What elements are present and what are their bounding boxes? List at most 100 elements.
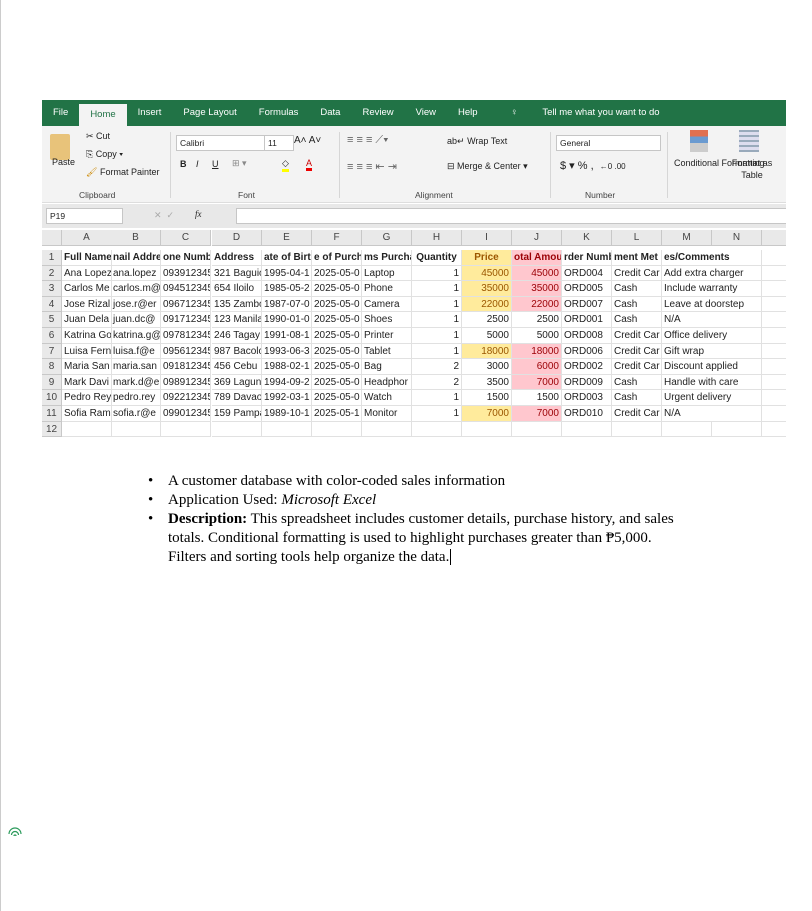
number-format-buttons[interactable]: $ ▾ % , ←0 .00 xyxy=(560,159,626,172)
data-cell[interactable]: Ana Lopez xyxy=(62,265,112,282)
data-cell[interactable] xyxy=(762,312,786,328)
data-cell[interactable]: pedro.rey xyxy=(111,390,161,406)
column-header-K[interactable]: K xyxy=(562,230,612,246)
data-cell[interactable]: katrina.g@ xyxy=(111,328,161,344)
data-cell[interactable]: 45000 xyxy=(462,265,512,282)
column-header-J[interactable]: J xyxy=(512,230,562,246)
data-cell[interactable]: ORD006 xyxy=(562,343,612,360)
tell-me-search[interactable]: ♀ Tell me what you want to do xyxy=(489,100,682,126)
data-cell[interactable]: Credit Car xyxy=(612,343,662,360)
formula-input[interactable] xyxy=(236,208,786,224)
data-cell[interactable]: Handle with care xyxy=(662,374,762,391)
data-cell[interactable]: 7000 xyxy=(512,374,562,391)
data-cell[interactable]: N/A xyxy=(662,406,762,422)
data-cell[interactable]: Carlos Me xyxy=(62,281,112,297)
data-cell[interactable] xyxy=(762,281,786,297)
data-cell[interactable]: 2025-05-0 xyxy=(312,359,362,375)
data-cell[interactable]: ORD004 xyxy=(562,265,612,282)
column-header-N[interactable]: N xyxy=(712,230,762,246)
row-header[interactable]: 1 xyxy=(42,250,62,266)
data-cell[interactable]: Credit Car xyxy=(612,406,662,422)
tab-file[interactable]: File xyxy=(42,100,79,126)
tab-formulas[interactable]: Formulas xyxy=(248,100,310,126)
header-cell[interactable]: nail Addre xyxy=(111,250,161,266)
data-cell[interactable]: Include warranty xyxy=(662,281,762,297)
data-cell[interactable]: Cash xyxy=(612,296,662,313)
data-cell[interactable]: 1995-04-1 xyxy=(262,265,312,282)
data-cell[interactable]: Cash xyxy=(612,281,662,297)
data-cell[interactable]: 5000 xyxy=(462,328,512,344)
data-cell[interactable]: 654 Iloilo xyxy=(212,281,262,297)
data-cell[interactable]: N/A xyxy=(662,312,762,328)
data-cell[interactable]: Watch xyxy=(362,390,412,406)
data-cell[interactable]: Maria San xyxy=(62,359,112,375)
data-cell[interactable]: 1500 xyxy=(462,390,512,406)
header-cell[interactable]: Price xyxy=(462,250,512,266)
data-cell[interactable]: 091812345 xyxy=(161,359,211,375)
header-cell[interactable]: Full Name xyxy=(62,250,112,266)
copy-button[interactable]: ⎘ Copy ▾ xyxy=(86,149,123,160)
header-cell[interactable]: ms Purcha xyxy=(362,250,412,266)
data-cell[interactable] xyxy=(762,359,786,375)
column-header-B[interactable]: B xyxy=(111,230,161,246)
data-cell[interactable]: ORD002 xyxy=(562,359,612,375)
data-cell[interactable] xyxy=(562,421,612,437)
font-size-select[interactable]: 11 xyxy=(264,135,294,151)
number-format-select[interactable]: General xyxy=(556,135,661,151)
data-cell[interactable]: ORD007 xyxy=(562,296,612,313)
underline-button[interactable]: U xyxy=(212,159,219,169)
header-cell[interactable]: es/Comments xyxy=(662,250,762,266)
data-cell[interactable]: 2 xyxy=(412,374,462,391)
data-cell[interactable]: 1 xyxy=(412,328,462,344)
data-cell[interactable]: 5000 xyxy=(512,328,562,344)
data-cell[interactable]: Leave at doorstep xyxy=(662,296,762,313)
data-cell[interactable]: Gift wrap xyxy=(662,343,762,360)
tab-data[interactable]: Data xyxy=(309,100,351,126)
data-cell[interactable]: 2025-05-0 xyxy=(312,374,362,391)
italic-button[interactable]: I xyxy=(196,159,199,169)
data-cell[interactable]: 098912345 xyxy=(161,374,211,391)
data-cell[interactable] xyxy=(662,421,712,437)
header-cell[interactable]: Address xyxy=(212,250,262,266)
data-cell[interactable]: Discount applied xyxy=(662,359,762,375)
data-cell[interactable]: 45000 xyxy=(512,265,562,282)
data-cell[interactable]: sofia.r@e xyxy=(111,406,161,422)
data-cell[interactable]: 123 Manila xyxy=(212,312,262,328)
tab-help[interactable]: Help xyxy=(447,100,489,126)
column-header-A[interactable]: A xyxy=(62,230,112,246)
data-cell[interactable]: 1 xyxy=(412,406,462,422)
header-cell[interactable]: rder Numb xyxy=(562,250,612,266)
data-cell[interactable]: 2025-05-0 xyxy=(312,390,362,406)
column-header-G[interactable]: G xyxy=(362,230,412,246)
data-cell[interactable]: 2025-05-0 xyxy=(312,281,362,297)
tab-insert[interactable]: Insert xyxy=(127,100,173,126)
data-cell[interactable]: Luisa Fern xyxy=(62,343,112,360)
data-cell[interactable] xyxy=(412,421,462,437)
data-cell[interactable]: 18000 xyxy=(512,343,562,360)
data-cell[interactable]: Jose Rizal xyxy=(62,296,112,313)
column-header-M[interactable]: M xyxy=(662,230,712,246)
data-cell[interactable]: Pedro Rey xyxy=(62,390,112,406)
row-header[interactable]: 2 xyxy=(42,265,62,282)
data-cell[interactable]: Tablet xyxy=(362,343,412,360)
tab-view[interactable]: View xyxy=(405,100,447,126)
data-cell[interactable]: ORD010 xyxy=(562,406,612,422)
align-icons[interactable]: ≡ ≡ ≡ ⇤ ⇥ xyxy=(347,160,397,173)
column-header-O[interactable] xyxy=(762,230,786,246)
data-cell[interactable]: 091712345 xyxy=(161,312,211,328)
data-cell[interactable] xyxy=(312,421,362,437)
data-cell[interactable]: juan.dc@ xyxy=(111,312,161,328)
data-cell[interactable]: Headphor xyxy=(362,374,412,391)
column-header-C[interactable]: C xyxy=(161,230,211,246)
grow-font-icon[interactable]: A˄ A˅ xyxy=(294,135,321,146)
data-cell[interactable]: Credit Car xyxy=(612,359,662,375)
row-header[interactable]: 3 xyxy=(42,281,62,297)
data-cell[interactable]: Urgent delivery xyxy=(662,390,762,406)
data-cell[interactable]: 7000 xyxy=(512,406,562,422)
row-header[interactable]: 11 xyxy=(42,406,62,422)
data-cell[interactable]: 18000 xyxy=(462,343,512,360)
data-cell[interactable]: Bag xyxy=(362,359,412,375)
data-cell[interactable]: 246 Tagay xyxy=(212,328,262,344)
data-cell[interactable]: 789 Davao xyxy=(212,390,262,406)
header-cell[interactable]: ate of Birt xyxy=(262,250,312,266)
